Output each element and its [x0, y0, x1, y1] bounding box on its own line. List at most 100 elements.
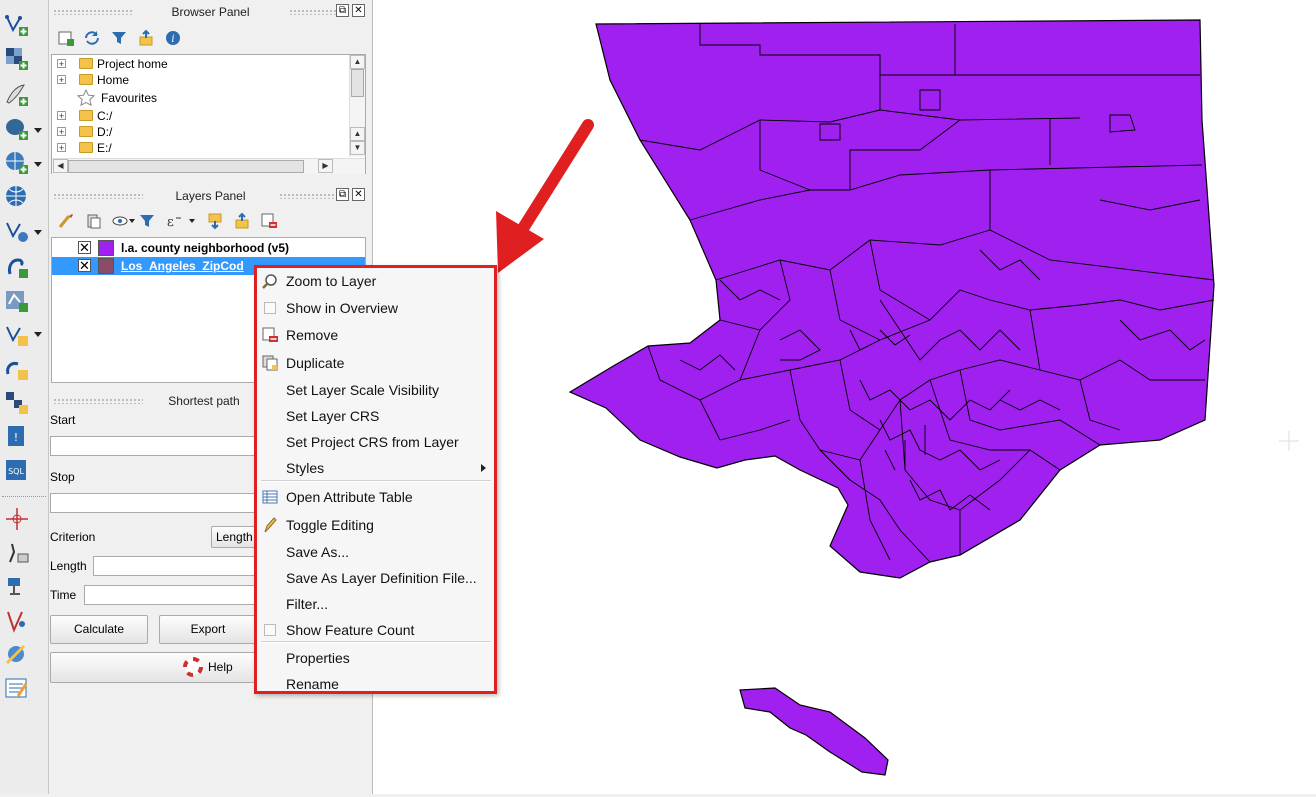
scroll-thumb[interactable] [68, 160, 304, 173]
tree-item-c-drive[interactable]: + C:/ [52, 108, 348, 124]
menu-item-show-feature-count[interactable]: Show Feature Count [257, 618, 494, 642]
dropdown-arrow-icon[interactable] [34, 162, 42, 167]
expand-icon[interactable]: + [57, 127, 66, 137]
svg-text:i: i [171, 34, 174, 45]
add-vector-layer-icon[interactable] [4, 12, 30, 38]
float-panel-button[interactable]: ⧉ [336, 188, 349, 201]
menu-item-filter[interactable]: Filter... [257, 592, 494, 616]
add-raster-layer-icon[interactable] [4, 46, 30, 72]
sql-icon[interactable]: SQL [4, 458, 30, 484]
scroll-up-icon[interactable]: ▲ [350, 55, 365, 69]
expand-icon[interactable]: + [57, 59, 66, 69]
close-panel-button[interactable]: ✕ [352, 188, 365, 201]
tree-item-e-drive[interactable]: + E:/ [52, 140, 348, 156]
browser-vertical-scrollbar[interactable]: ▲ ▲ ▼ [349, 55, 365, 157]
collapse-all-icon[interactable] [137, 29, 155, 47]
menu-item-set-project-crs-from-layer[interactable]: Set Project CRS from Layer [257, 430, 494, 454]
dropdown-arrow-icon[interactable] [129, 219, 135, 223]
layer-color-swatch [98, 258, 114, 274]
tree-item-project-home[interactable]: + Project home [52, 56, 348, 72]
start-field[interactable] [50, 436, 260, 456]
stop-field[interactable] [50, 493, 260, 513]
new-spatialite-layer-icon[interactable] [4, 356, 30, 382]
add-wfs-layer-icon[interactable] [4, 218, 30, 244]
checkbox-icon [264, 302, 276, 314]
menu-item-open-attribute-table[interactable]: Open Attribute Table [257, 485, 494, 509]
menu-item-rename[interactable]: Rename [257, 672, 494, 696]
layer-row-neighborhood[interactable]: ✕ l.a. county neighborhood (v5) [52, 239, 365, 257]
add-wms-layer-icon[interactable] [4, 150, 30, 176]
menu-item-show-in-overview[interactable]: Show in Overview [257, 296, 494, 320]
dropdown-arrow-icon[interactable] [34, 230, 42, 235]
capture-point-icon[interactable] [4, 506, 30, 532]
tree-item-favourites[interactable]: Favourites [52, 89, 348, 107]
add-virtual-layer-icon[interactable]: ! [4, 424, 30, 450]
stop-label: Stop [50, 470, 75, 484]
help-button[interactable]: Help [50, 652, 257, 683]
length-field[interactable] [93, 556, 261, 576]
expand-icon[interactable]: + [57, 75, 66, 85]
eye-icon[interactable] [111, 212, 129, 230]
add-group-icon[interactable] [84, 212, 102, 230]
calculate-button[interactable]: Calculate [50, 615, 148, 644]
collapse-all-icon[interactable] [233, 212, 251, 230]
layer-visibility-checkbox[interactable]: ✕ [78, 259, 91, 272]
add-mssql-layer-icon[interactable] [4, 288, 30, 314]
scroll-down-icon[interactable]: ▼ [350, 141, 365, 155]
expand-icon[interactable]: + [57, 111, 66, 121]
georeferencer-icon[interactable] [4, 642, 30, 668]
menu-item-duplicate[interactable]: Duplicate [257, 351, 494, 375]
scroll-left-icon[interactable]: ◀ [53, 159, 68, 173]
metadata-editor-icon[interactable] [4, 676, 30, 702]
float-panel-button[interactable]: ⧉ [336, 4, 349, 17]
menu-item-zoom-to-layer[interactable]: Zoom to Layer [257, 269, 494, 293]
close-panel-button[interactable]: ✕ [352, 4, 365, 17]
menu-item-save-as-layer-definition-file[interactable]: Save As Layer Definition File... [257, 566, 494, 590]
layer-styling-icon[interactable] [57, 212, 75, 230]
info-icon[interactable]: i [164, 29, 182, 47]
catalina-island-polygon [739, 687, 889, 776]
dropdown-arrow-icon[interactable] [34, 332, 42, 337]
plugin-tool-icon[interactable] [4, 574, 30, 600]
add-oracle-layer-icon[interactable] [4, 390, 30, 416]
road-graph-icon[interactable] [4, 540, 30, 566]
menu-item-properties[interactable]: Properties [257, 646, 494, 670]
filter-legend-icon[interactable] [138, 212, 156, 230]
vector-edit-plugin-icon[interactable] [4, 608, 30, 634]
menu-item-set-layer-crs[interactable]: Set Layer CRS [257, 404, 494, 428]
layer-visibility-checkbox[interactable]: ✕ [78, 241, 91, 254]
tree-item-d-drive[interactable]: + D:/ [52, 124, 348, 140]
remove-layer-icon[interactable] [260, 212, 278, 230]
expand-all-icon[interactable] [206, 212, 224, 230]
dropdown-arrow-icon[interactable] [189, 219, 195, 223]
time-field[interactable] [84, 585, 261, 605]
crosshair-icon [1279, 431, 1299, 451]
add-postgis-layer-icon[interactable] [4, 116, 30, 142]
scroll-up-icon[interactable]: ▲ [350, 127, 365, 141]
add-selected-layers-icon[interactable] [57, 29, 75, 47]
menu-item-set-layer-scale-visibility[interactable]: Set Layer Scale Visibility [257, 378, 494, 402]
expand-icon[interactable]: + [57, 143, 66, 153]
dropdown-arrow-icon[interactable] [34, 128, 42, 133]
filter-by-expression-icon[interactable]: ε [165, 212, 183, 230]
menu-item-styles[interactable]: Styles [257, 456, 494, 480]
tree-item-home[interactable]: + Home [52, 72, 348, 88]
export-button[interactable]: Export [159, 615, 257, 644]
refresh-icon[interactable] [83, 29, 101, 47]
zoom-icon [262, 274, 277, 289]
add-wcs-layer-icon[interactable] [4, 184, 30, 210]
scroll-thumb[interactable] [351, 69, 364, 97]
star-icon [77, 89, 95, 107]
menu-item-remove[interactable]: Remove [257, 323, 494, 347]
add-delimited-text-layer-icon[interactable] [4, 82, 30, 108]
svg-text:SQL: SQL [8, 467, 24, 476]
filter-icon[interactable] [110, 29, 128, 47]
browser-horizontal-scrollbar[interactable]: ◀ ▶ [52, 158, 365, 174]
menu-item-toggle-editing[interactable]: Toggle Editing [257, 513, 494, 537]
folder-icon [79, 58, 93, 69]
duplicate-icon [262, 355, 278, 371]
add-spatialite-layer-icon[interactable] [4, 254, 30, 280]
menu-item-save-as[interactable]: Save As... [257, 540, 494, 564]
new-shapefile-layer-icon[interactable] [4, 322, 30, 348]
scroll-right-icon[interactable]: ▶ [318, 159, 333, 173]
